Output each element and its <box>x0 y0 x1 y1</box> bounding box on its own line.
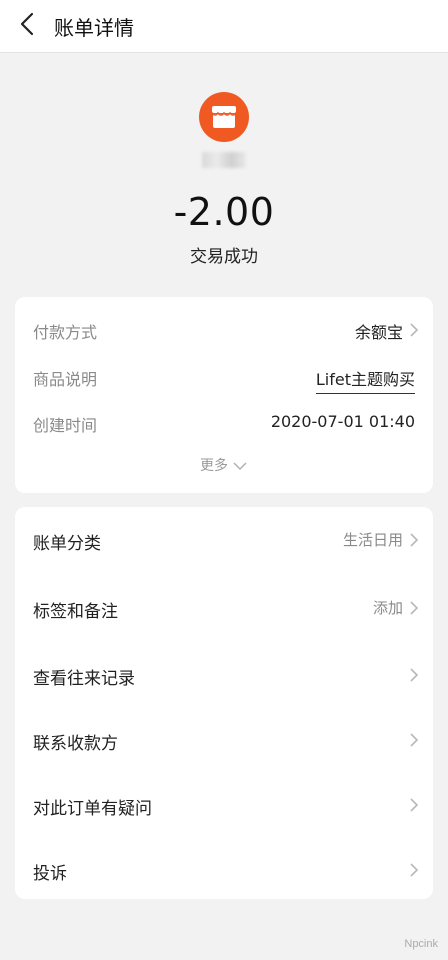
order-question-row[interactable]: 对此订单有疑问 <box>15 785 433 825</box>
payment-method-value: 余额宝 <box>354 323 403 342</box>
top-bar: 账单详情 <box>0 0 448 53</box>
tags-notes-value: 添加 <box>372 599 403 617</box>
contact-payee-row[interactable]: 联系收款方 <box>15 720 433 760</box>
view-history-row[interactable]: 查看往来记录 <box>15 655 433 695</box>
transaction-summary: -2.00 交易成功 <box>0 52 448 297</box>
view-history-label: 查看往来记录 <box>33 669 135 689</box>
created-time-value: 2020-07-01 01:40 <box>270 412 415 431</box>
store-icon <box>199 92 249 142</box>
chevron-right-icon <box>409 862 419 878</box>
chevron-right-icon <box>409 667 419 683</box>
created-time-label: 创建时间 <box>33 416 98 435</box>
chevron-right-icon <box>409 797 419 813</box>
product-description-row: 商品说明 Lifet主题购买 <box>15 357 433 397</box>
complaint-row[interactable]: 投诉 <box>15 850 433 890</box>
contact-payee-label: 联系收款方 <box>33 734 118 754</box>
transaction-details-card: 付款方式 余额宝 商品说明 Lifet主题购买 创建时间 2020-07-01 … <box>15 297 433 493</box>
chevron-right-icon <box>409 732 419 748</box>
chevron-right-icon <box>409 322 419 338</box>
bill-category-label: 账单分类 <box>33 534 101 554</box>
chevron-right-icon <box>409 532 419 548</box>
transaction-status: 交易成功 <box>190 247 258 267</box>
product-description-label: 商品说明 <box>33 370 98 389</box>
back-arrow-icon[interactable] <box>14 10 42 38</box>
chevron-right-icon <box>409 600 419 616</box>
bill-category-row[interactable]: 账单分类 生活日用 <box>15 520 433 560</box>
chevron-down-icon <box>233 462 247 471</box>
watermark-text: Npcink <box>404 938 438 950</box>
order-question-label: 对此订单有疑问 <box>33 799 152 819</box>
payment-method-label: 付款方式 <box>33 323 98 342</box>
complaint-label: 投诉 <box>33 864 67 884</box>
more-label: 更多 <box>200 458 228 474</box>
payment-method-row[interactable]: 付款方式 余额宝 <box>15 310 433 350</box>
transaction-amount: -2.00 <box>173 190 275 234</box>
bill-category-value: 生活日用 <box>342 531 403 549</box>
tags-notes-label: 标签和备注 <box>33 602 118 622</box>
merchant-name-blurred <box>202 152 246 168</box>
tags-notes-row[interactable]: 标签和备注 添加 <box>15 588 433 628</box>
created-time-row: 创建时间 2020-07-01 01:40 <box>15 403 433 443</box>
more-details-toggle[interactable]: 更多 <box>15 455 433 475</box>
page-title: 账单详情 <box>54 16 134 40</box>
product-description-value: Lifet主题购买 <box>315 366 415 394</box>
actions-card: 账单分类 生活日用 标签和备注 添加 查看往来记录 联系收款方 对此订单有疑问 … <box>15 507 433 899</box>
